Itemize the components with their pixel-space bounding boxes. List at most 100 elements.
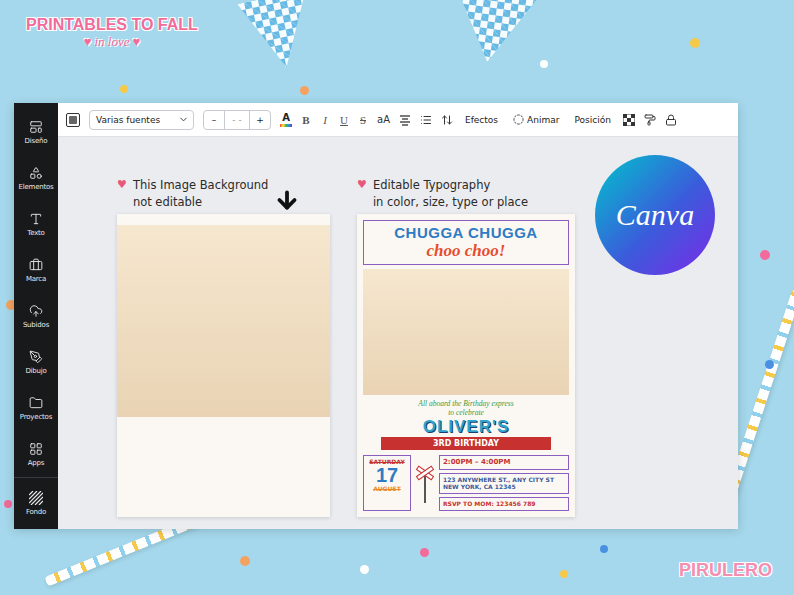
sidebar-item[interactable]: Dibujo: [14, 339, 58, 385]
railroad-crossing-icon: [416, 463, 434, 503]
editor-window: Diseño Elementos Texto Marca Subidos Dibujo Pr…: [14, 103, 738, 527]
rsvp-box[interactable]: RSVP TO MOM: 123456 789: [439, 497, 569, 511]
heart-icon: ♥: [357, 177, 367, 214]
tagline[interactable]: All aboard the Birthday expressto celebr…: [363, 399, 569, 417]
child-name[interactable]: OLIVER'S: [363, 417, 569, 437]
canva-logo: Canva: [595, 155, 715, 275]
time-box[interactable]: 2:00PM – 4:00PM: [439, 455, 569, 470]
underline-button[interactable]: U: [339, 114, 349, 126]
sidebar-item-label: Subidos: [23, 321, 49, 329]
label-line: not editable: [133, 194, 268, 211]
product-mockup: PRINTABLES TO FALL♥in love♥ Diseño Element…: [0, 0, 794, 595]
sidebar-item-icon: [29, 396, 43, 410]
confetti-dot: [300, 86, 309, 95]
sidebar-item[interactable]: Subidos: [14, 293, 58, 339]
sidebar-item[interactable]: Marca: [14, 247, 58, 293]
sidebar-item-icon: [29, 166, 43, 180]
case-button[interactable]: aA: [377, 114, 390, 125]
strike-button[interactable]: S: [358, 114, 368, 126]
date-box[interactable]: SATURDAY17AUGUST: [363, 455, 411, 511]
list-icon[interactable]: [420, 114, 432, 126]
sidebar-item-label: Diseño: [25, 137, 48, 145]
align-center-icon[interactable]: [399, 114, 411, 126]
background-column: ♥ This Image Backgroundnot editable: [117, 177, 330, 517]
watermark: PIRULERO: [679, 560, 772, 581]
size-plus-button[interactable]: +: [250, 111, 270, 129]
address-box[interactable]: 123 ANYWHERE ST., ANY CITY STNEW YORK, C…: [439, 473, 569, 495]
sign-wrap: [415, 455, 435, 511]
confetti-dot: [4, 500, 12, 508]
sidebar-item-icon: [29, 304, 43, 318]
confetti-dot: [690, 38, 700, 48]
font-select[interactable]: Varias fuentes: [89, 110, 194, 130]
font-size-stepper: –- -+: [203, 110, 271, 130]
label-line: Editable Typography: [373, 177, 528, 194]
sidebar-item[interactable]: Elementos: [14, 155, 58, 201]
details-row: SATURDAY17AUGUST 2:00PM – 4:00PM 123 ANYWH…: [363, 455, 569, 511]
confetti-dot: [540, 60, 548, 68]
size-minus-button[interactable]: –: [204, 111, 224, 129]
heart-icon: ♥: [117, 177, 127, 214]
typography-column: ♥ Editable Typographyin color, size, type…: [357, 177, 575, 517]
paint-roller-icon[interactable]: [644, 114, 656, 126]
sidebar-item-label: Proyectos: [20, 413, 52, 421]
confetti-dot: [600, 545, 608, 553]
arrow-down-icon: [274, 187, 300, 213]
background-label: ♥ This Image Backgroundnot editable: [117, 177, 330, 214]
chevron-down-icon: [178, 114, 189, 125]
animate-icon: [513, 114, 524, 125]
label-line: This Image Background: [133, 177, 268, 194]
brand-subtitle: ♥in love♥: [84, 34, 140, 50]
typography-label: ♥ Editable Typographyin color, size, type…: [357, 177, 575, 214]
sidebar-item-icon: [29, 120, 43, 134]
confetti-dot: [360, 565, 369, 574]
italic-button[interactable]: I: [320, 114, 330, 126]
sidebar-item-label: Elementos: [18, 183, 53, 191]
sidebar-item-label: Fondo: [26, 508, 46, 516]
sidebar-item-icon: [29, 258, 43, 272]
sidebar-item[interactable]: Texto: [14, 201, 58, 247]
sidebar: Diseño Elementos Texto Marca Subidos Dibujo Pr…: [14, 103, 58, 529]
logo-column: Canva: [595, 155, 715, 275]
editor-main: Varias fuentes–- -+ABIUSaAEfectosAnimarP…: [58, 103, 738, 529]
sidebar-item-icon: [29, 212, 43, 226]
color-swatch[interactable]: [66, 113, 80, 127]
background-card[interactable]: [117, 214, 330, 517]
occasion-banner[interactable]: 3RD BIRTHDAY: [381, 437, 551, 450]
invitation-card[interactable]: CHUGGA CHUGGAchoo choo! All aboard the Bi…: [357, 214, 575, 517]
sidebar-item[interactable]: Fondo: [14, 477, 58, 529]
toolbar: Varias fuentes–- -+ABIUSaAEfectosAnimarP…: [58, 103, 738, 137]
brand-logo: PRINTABLES TO FALL♥in love♥: [26, 16, 198, 50]
text-color-button[interactable]: A: [280, 113, 292, 127]
lock-icon[interactable]: [665, 114, 677, 126]
arrow-wrap: [274, 187, 300, 217]
sidebar-item[interactable]: Diseño: [14, 109, 58, 155]
effects-button[interactable]: Efectos: [462, 115, 501, 125]
confetti-dot: [760, 250, 770, 260]
position-button[interactable]: Posición: [571, 115, 613, 125]
canvas: ♥ This Image Backgroundnot editable ♥ Edita…: [58, 137, 738, 529]
confetti-dot: [420, 548, 429, 557]
title-line[interactable]: CHUGGA CHUGGA: [394, 224, 537, 241]
train-illustration: [117, 225, 330, 417]
train-illustration: [363, 269, 569, 395]
info-column: 2:00PM – 4:00PM 123 ANYWHERE ST., ANY CIT…: [439, 455, 569, 511]
animate-button[interactable]: Animar: [510, 114, 562, 125]
spacing-icon[interactable]: [441, 114, 453, 126]
party-hat: [237, 0, 320, 74]
sidebar-item[interactable]: Proyectos: [14, 385, 58, 431]
sidebar-item-icon: [29, 442, 43, 456]
sidebar-item-label: Texto: [27, 229, 44, 237]
sidebar-item-icon: [29, 350, 43, 364]
sidebar-item-label: Dibujo: [25, 367, 46, 375]
sidebar-item[interactable]: Apps: [14, 431, 58, 477]
confetti-dot: [560, 570, 568, 578]
title-line[interactable]: choo choo!: [427, 241, 506, 261]
label-line: in color, size, type or place: [373, 194, 528, 211]
invitation-title[interactable]: CHUGGA CHUGGAchoo choo!: [363, 220, 569, 265]
confetti-dot: [765, 360, 774, 369]
background-icon: [29, 491, 43, 505]
transparency-icon[interactable]: [623, 114, 635, 126]
size-input[interactable]: - -: [224, 111, 250, 129]
bold-button[interactable]: B: [301, 114, 311, 126]
